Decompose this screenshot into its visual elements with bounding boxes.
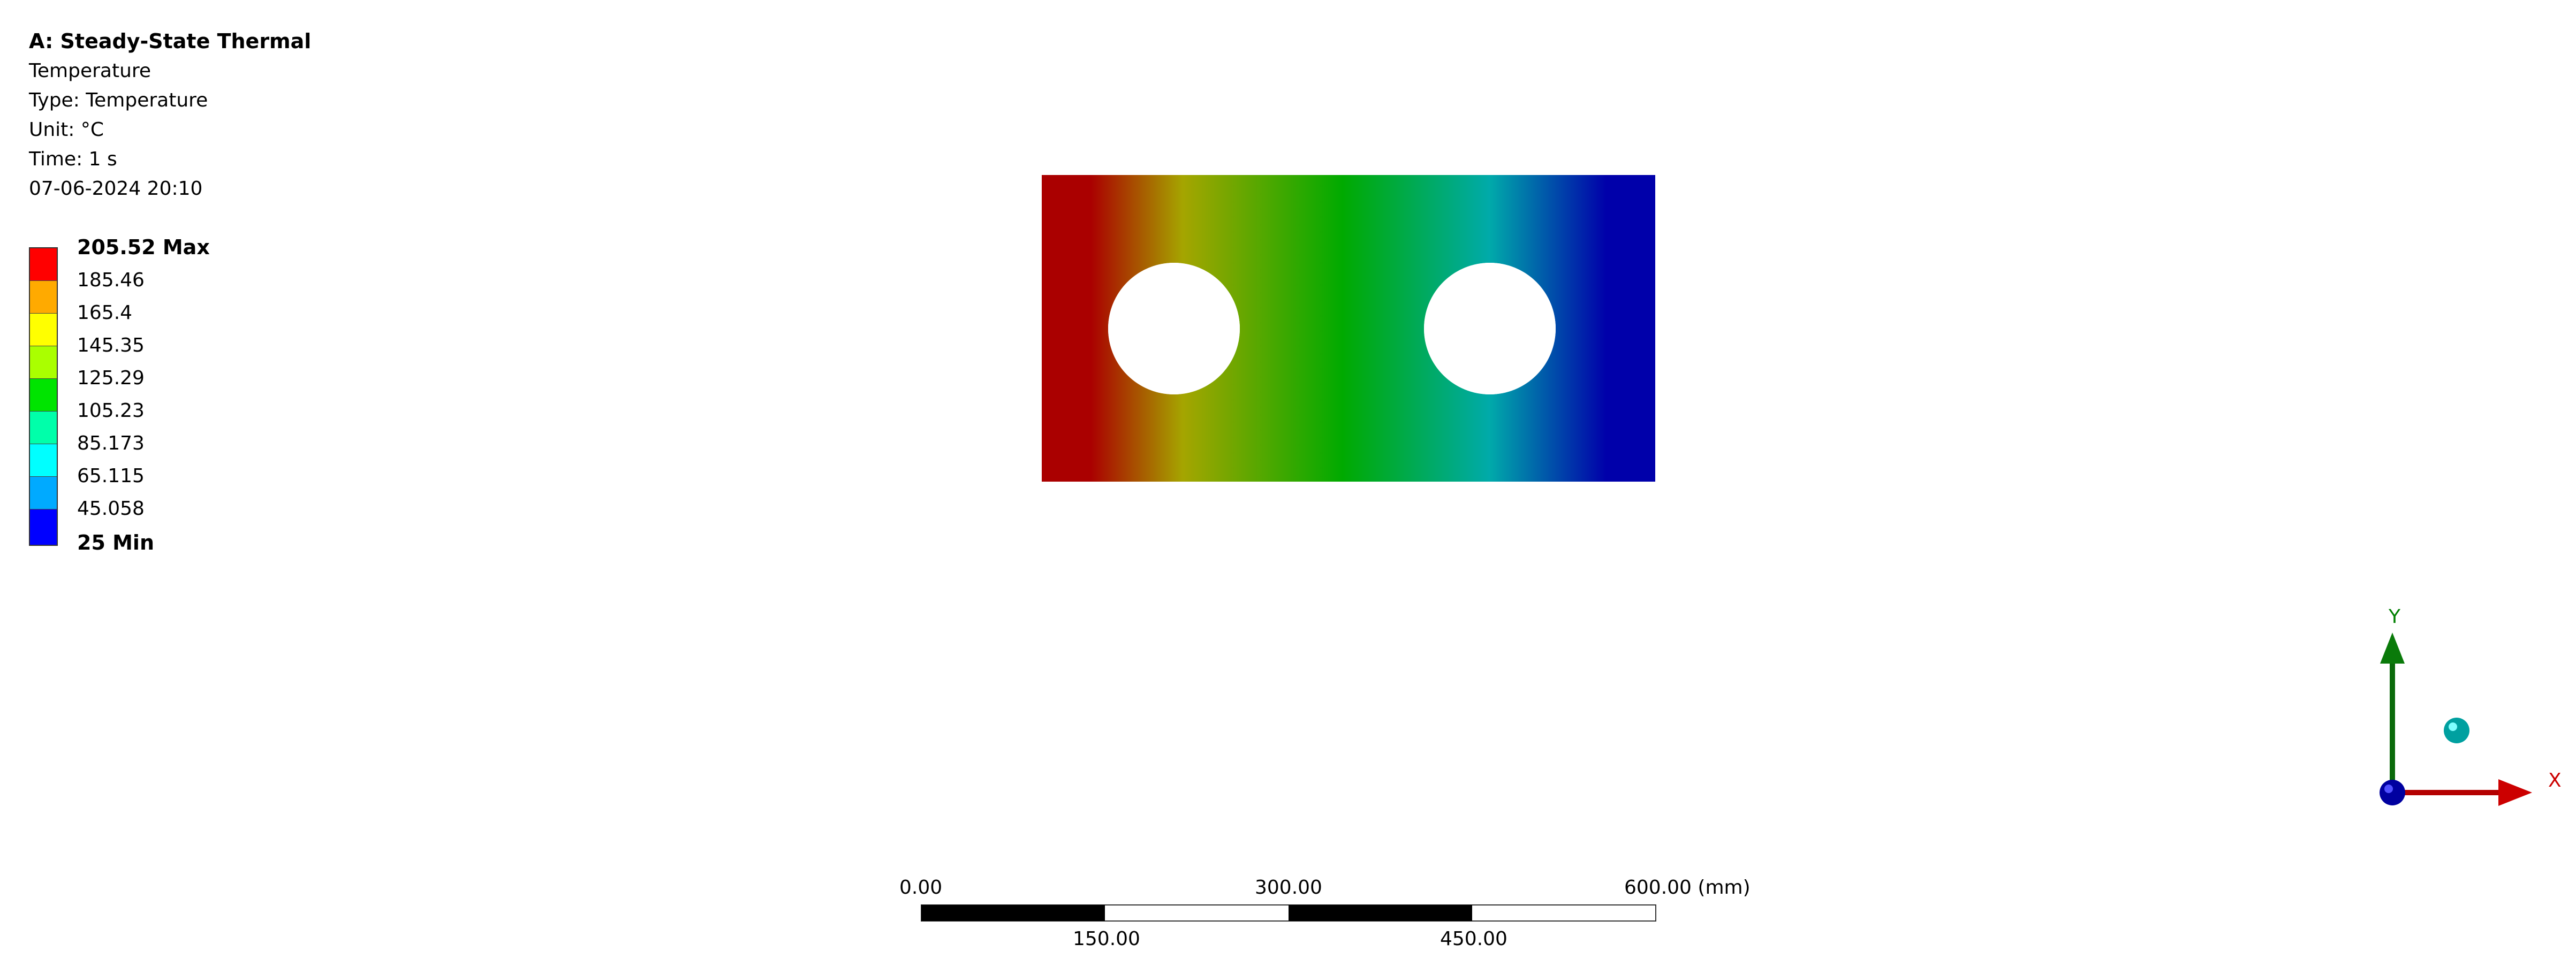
legend-swatch (30, 314, 57, 346)
legend-swatch (30, 477, 57, 509)
analysis-title: A: Steady-State Thermal (29, 29, 312, 53)
legend-label: 145.35 (77, 334, 145, 356)
y-axis-arrowhead (2380, 633, 2405, 664)
left-hole (1108, 263, 1240, 394)
right-hole (1424, 263, 1556, 394)
isometric-view-icon[interactable] (2444, 718, 2469, 743)
legend-label: 165.4 (77, 302, 133, 324)
y-axis-arrow (2390, 664, 2395, 782)
result-name: Temperature (29, 60, 151, 82)
iso-sphere-highlight (2449, 722, 2457, 731)
legend-label: 105.23 (77, 400, 145, 422)
legend-swatch (30, 509, 57, 545)
legend-max-label: 205.52 Max (77, 235, 210, 259)
result-timestamp: 07-06-2024 20:10 (29, 178, 203, 200)
x-axis-arrowhead (2498, 779, 2532, 806)
triad-graphic (2380, 633, 2532, 806)
result-time: Time: 1 s (29, 148, 117, 170)
scale-segment (1289, 905, 1472, 921)
result-unit: Unit: °C (29, 119, 104, 141)
result-info: A: Steady-State Thermal Temperature Type… (29, 27, 311, 203)
origin-highlight (2384, 785, 2393, 793)
legend-label: 125.29 (77, 367, 145, 389)
x-axis-label: X (2548, 770, 2562, 791)
legend-min-label: 25 Min (77, 531, 155, 554)
legend-label: 185.46 (77, 269, 145, 291)
legend-swatch (30, 444, 57, 477)
scale-label-450: 450.00 (1440, 928, 1507, 950)
scale-segment (921, 905, 1105, 921)
scale-bar: 0.00 300.00 600.00 (mm) 150.00 450.00 (899, 872, 1777, 959)
origin-sphere (2380, 780, 2405, 805)
legend-label: 45.058 (77, 498, 145, 520)
y-axis-label: Y (2389, 606, 2400, 628)
legend-swatch (30, 346, 57, 379)
legend-label: 85.173 (77, 432, 145, 454)
result-type: Type: Temperature (29, 89, 208, 111)
legend-swatch (30, 412, 57, 444)
scale-label-150: 150.00 (1073, 928, 1140, 950)
legend-swatch (30, 248, 57, 281)
legend-label: 65.115 (77, 465, 145, 487)
scale-label-600: 600.00 (mm) (1624, 877, 1751, 899)
plate-model-viewport[interactable] (1042, 175, 1655, 482)
x-axis-arrow (2392, 790, 2499, 795)
legend-swatch (30, 379, 57, 412)
scale-label-300: 300.00 (1255, 877, 1322, 899)
scale-bar-graphic (921, 904, 1656, 922)
scale-label-0: 0.00 (899, 877, 943, 899)
axis-triad[interactable]: Y X (2345, 606, 2575, 824)
legend-swatch (30, 281, 57, 314)
legend-color-bar (29, 247, 58, 546)
